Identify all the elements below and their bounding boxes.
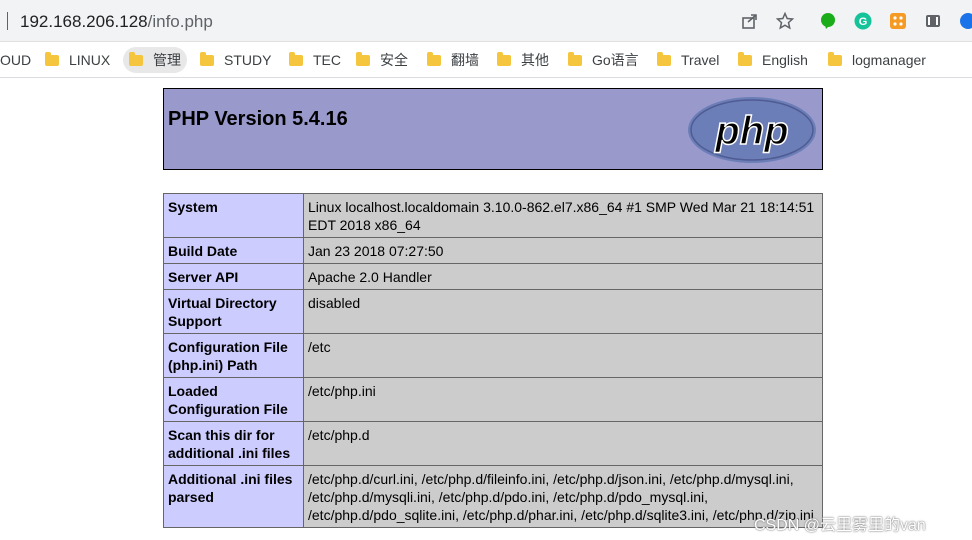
bookmark-oud[interactable]: OUD bbox=[0, 47, 37, 73]
blue-extension-icon[interactable] bbox=[958, 11, 972, 31]
share-icon[interactable] bbox=[740, 11, 760, 31]
bookmark-label: English bbox=[762, 52, 808, 68]
bookmark-english[interactable]: English bbox=[732, 47, 814, 73]
bookmark-study[interactable]: STUDY bbox=[194, 47, 277, 73]
php-logo[interactable]: php bbox=[686, 95, 818, 165]
info-value: /etc/php.d bbox=[303, 421, 823, 466]
bookmark-label: TEC bbox=[313, 52, 341, 68]
page-title: PHP Version 5.4.16 bbox=[168, 108, 348, 130]
table-row: Loaded Configuration File /etc/php.ini bbox=[163, 377, 823, 422]
bookmark-label: 管理 bbox=[153, 52, 181, 68]
folder-icon bbox=[738, 51, 752, 66]
bookmark-label: 其他 bbox=[521, 52, 549, 68]
grammarly-icon[interactable]: G bbox=[853, 11, 873, 31]
url-path: /info.php bbox=[147, 12, 213, 31]
folder-icon bbox=[200, 51, 214, 66]
info-key: System bbox=[163, 193, 304, 238]
bookmark-tec[interactable]: TEC bbox=[283, 47, 347, 73]
folder-icon bbox=[497, 51, 511, 66]
table-row: System Linux localhost.localdomain 3.10.… bbox=[163, 193, 823, 238]
svg-text:G: G bbox=[859, 16, 868, 28]
info-key: Configuration File (php.ini) Path bbox=[163, 333, 304, 378]
info-value: /etc bbox=[303, 333, 823, 378]
text-cursor bbox=[7, 12, 8, 30]
table-row: Server API Apache 2.0 Handler bbox=[163, 263, 823, 290]
table-row: Scan this dir for additional .ini files … bbox=[163, 421, 823, 466]
info-value: /etc/php.ini bbox=[303, 377, 823, 422]
info-key: Server API bbox=[163, 263, 304, 290]
php-logo-text: php bbox=[714, 109, 788, 153]
folder-icon bbox=[356, 51, 370, 66]
table-row: Virtual Directory Support disabled bbox=[163, 289, 823, 334]
folder-icon bbox=[427, 51, 441, 66]
table-row: Build Date Jan 23 2018 07:27:50 bbox=[163, 237, 823, 264]
chat-extension-icon[interactable] bbox=[818, 11, 838, 31]
bookmark-label: LINUX bbox=[69, 52, 111, 68]
folder-icon bbox=[828, 51, 842, 66]
info-value: /etc/php.d/curl.ini, /etc/php.d/fileinfo… bbox=[303, 465, 823, 528]
info-key: Build Date bbox=[163, 237, 304, 264]
bookmark-label: 翻墙 bbox=[451, 52, 479, 68]
bookmark-label: STUDY bbox=[224, 52, 272, 68]
table-row: Additional .ini files parsed /etc/php.d/… bbox=[163, 465, 823, 528]
bookmarks-bar: OUD LINUX 管理 STUDY TEC 安全 翻墙 其他 Go语言 Tra… bbox=[0, 42, 972, 78]
info-key: Loaded Configuration File bbox=[163, 377, 304, 422]
bookmark-logmanager[interactable]: logmanager bbox=[822, 47, 932, 73]
bookmark-label: Go语言 bbox=[592, 52, 639, 68]
folder-icon bbox=[129, 51, 143, 66]
csdn-watermark: CSDN @云里雾里的van bbox=[754, 517, 926, 534]
info-key: Virtual Directory Support bbox=[163, 289, 304, 334]
info-value: Jan 23 2018 07:27:50 bbox=[303, 237, 823, 264]
bookmark-star-icon[interactable] bbox=[775, 11, 795, 31]
table-row: Configuration File (php.ini) Path /etc bbox=[163, 333, 823, 378]
folder-icon bbox=[45, 51, 59, 66]
folder-icon bbox=[657, 51, 671, 66]
php-info-table: System Linux localhost.localdomain 3.10.… bbox=[163, 193, 823, 528]
info-value: Linux localhost.localdomain 3.10.0-862.e… bbox=[303, 193, 823, 238]
bookmark-travel[interactable]: Travel bbox=[651, 47, 725, 73]
bookmark-golang[interactable]: Go语言 bbox=[562, 47, 645, 73]
info-key: Scan this dir for additional .ini files bbox=[163, 421, 304, 466]
folder-icon bbox=[568, 51, 582, 66]
bookmark-label: OUD bbox=[0, 52, 32, 68]
url-host: 192.168.206.128 bbox=[20, 12, 148, 31]
bookmark-label: Travel bbox=[681, 52, 720, 68]
url-text[interactable]: 192.168.206.128/info.php bbox=[20, 12, 213, 32]
bookmark-vpn[interactable]: 翻墙 bbox=[421, 47, 485, 73]
info-value: Apache 2.0 Handler bbox=[303, 263, 823, 290]
bookmark-label: 安全 bbox=[380, 52, 408, 68]
bookmark-other[interactable]: 其他 bbox=[491, 47, 555, 73]
info-value: disabled bbox=[303, 289, 823, 334]
orange-extension-icon[interactable] bbox=[888, 11, 908, 31]
php-version-header: PHP Version 5.4.16 php bbox=[163, 88, 823, 170]
address-bar[interactable]: 192.168.206.128/info.php G bbox=[0, 0, 972, 42]
bookmark-manage[interactable]: 管理 bbox=[123, 47, 187, 73]
bookmark-linux[interactable]: LINUX bbox=[39, 47, 116, 73]
info-key: Additional .ini files parsed bbox=[163, 465, 304, 528]
folder-icon bbox=[289, 51, 303, 66]
film-extension-icon[interactable] bbox=[923, 11, 943, 31]
bookmark-security[interactable]: 安全 bbox=[350, 47, 414, 73]
bookmark-label: logmanager bbox=[852, 52, 926, 68]
